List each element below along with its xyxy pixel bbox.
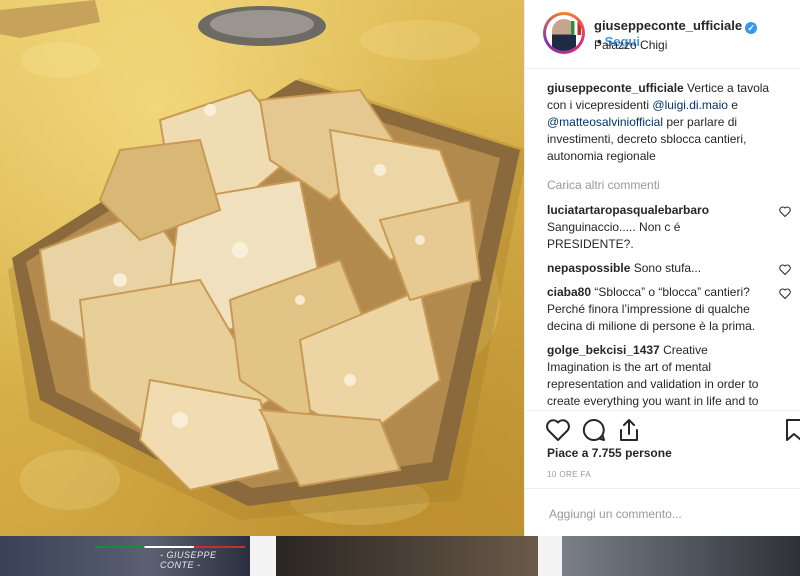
avatar-image — [546, 15, 582, 51]
mention-link[interactable]: @luigi.di.maio — [652, 98, 728, 112]
post-header: giuseppeconte_ufficiale ✓• Segui Palazzo C… — [525, 0, 800, 69]
post-timestamp[interactable]: 10 ORE FA — [547, 470, 591, 479]
comment-icon[interactable] — [581, 417, 607, 443]
post-thumbnail[interactable] — [276, 536, 538, 576]
comment-item: nepaspossible Sono stufa... — [547, 260, 791, 277]
more-posts-strip: - GIUSEPPE CONTE - — [0, 536, 800, 576]
caption-username[interactable]: giuseppeconte_ufficiale — [547, 81, 684, 95]
comment-item: golge_bekcisi_1437 Creative Imagination … — [547, 342, 777, 410]
post-thumbnail[interactable]: - GIUSEPPE CONTE - — [0, 536, 250, 576]
post-photo[interactable] — [0, 0, 524, 536]
post-panel: giuseppeconte_ufficiale ✓• Segui Palazzo C… — [524, 0, 800, 536]
post-thumbnail[interactable] — [562, 536, 800, 576]
comment-text: Sono stufa... — [633, 261, 702, 275]
tv-caption-label: - GIUSEPPE CONTE - — [160, 550, 217, 570]
photo-illustration — [0, 0, 524, 525]
username-link[interactable]: giuseppeconte_ufficiale — [594, 18, 742, 33]
caption-text-mid: e — [727, 98, 738, 112]
comments-list[interactable]: giuseppeconte_ufficiale Vertice a tavola… — [525, 68, 800, 410]
share-icon[interactable] — [616, 417, 642, 443]
comment-username[interactable]: nepaspossible — [547, 261, 630, 275]
action-bar — [525, 410, 800, 451]
comment-like-heart-icon[interactable] — [779, 206, 791, 217]
avatar[interactable] — [543, 12, 585, 54]
add-comment-input[interactable] — [547, 503, 751, 525]
mention-link[interactable]: @matteosalviniofficial — [547, 115, 663, 129]
add-comment-bar — [525, 488, 800, 537]
bookmark-icon[interactable] — [781, 417, 800, 443]
comment-item: luciatartaropasqualebarbaro Sanguinaccio… — [547, 202, 791, 253]
tv-graphic-bar — [95, 546, 245, 548]
comment-username[interactable]: luciatartaropasqualebarbaro — [547, 203, 709, 217]
comment-username[interactable]: ciaba80 — [547, 285, 591, 299]
comment-like-heart-icon[interactable] — [779, 288, 791, 299]
comment-username[interactable]: golge_bekcisi_1437 — [547, 343, 660, 357]
flag-icon — [571, 21, 581, 35]
heart-icon[interactable] — [545, 417, 571, 443]
post-caption: giuseppeconte_ufficiale Vertice a tavola… — [547, 80, 777, 165]
likes-count[interactable]: Piace a 7.755 persone — [547, 446, 672, 460]
comment-text: Sanguinaccio..... Non c é PRESIDENTE?. — [547, 220, 681, 251]
load-more-comments-button[interactable]: Carica altri commenti — [547, 177, 777, 194]
verified-badge-icon: ✓ — [745, 22, 758, 34]
comment-like-heart-icon[interactable] — [779, 264, 791, 275]
comment-item: ciaba80 “Sblocca” o “blocca” cantieri? P… — [547, 284, 791, 335]
location-link[interactable]: Palazzo Chigi — [594, 38, 667, 52]
